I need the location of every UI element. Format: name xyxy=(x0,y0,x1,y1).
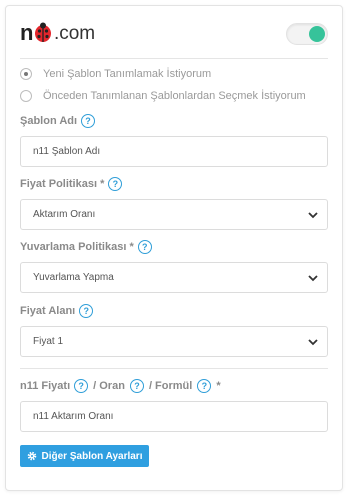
label-text: / Oran xyxy=(93,380,125,392)
help-icon[interactable]: ? xyxy=(79,304,94,318)
radio-new-template[interactable]: Yeni Şablon Tanımlamak İstiyorum xyxy=(20,66,211,82)
label-text: / Formül xyxy=(148,380,193,392)
radio-button[interactable] xyxy=(20,90,32,102)
input-value: n11 Şablon Adı xyxy=(33,146,101,157)
required-mark: * xyxy=(216,380,221,392)
chevron-down-icon xyxy=(308,211,318,218)
radio-label: Önceden Tanımlanan Şablonlardan Seçmek İ… xyxy=(43,90,306,102)
formula-input[interactable]: n11 Aktarım Oranı xyxy=(20,401,328,432)
chevron-down-icon xyxy=(308,274,318,281)
help-icon[interactable]: ? xyxy=(129,379,144,393)
chevron-down-icon xyxy=(308,338,318,345)
selected-value: Fiyat 1 xyxy=(33,336,64,347)
section-divider xyxy=(20,368,328,369)
label-text: Fiyat Alanı xyxy=(20,305,76,317)
help-icon[interactable]: ? xyxy=(108,177,123,191)
toggle-knob xyxy=(309,26,325,42)
formula-label: n11 Fiyatı ? / Oran ? / Formül ? * xyxy=(20,379,222,393)
price-field-select[interactable]: Fiyat 1 xyxy=(20,326,328,357)
n11-logo: n .com xyxy=(20,19,95,47)
input-value: n11 Aktarım Oranı xyxy=(33,411,114,422)
price-policy-label: Fiyat Politikası * ? xyxy=(20,177,126,191)
price-field-label: Fiyat Alanı ? xyxy=(20,304,97,318)
logo-suffix: .com xyxy=(53,22,96,44)
price-policy-select[interactable]: Aktarım Oranı xyxy=(20,199,328,230)
template-settings-card: n .com Yeni Şablon Tanımlamak İstiyorum xyxy=(5,5,343,491)
label-text: Yuvarlama Politikası * xyxy=(20,241,134,253)
gear-icon xyxy=(27,451,36,461)
template-name-input[interactable]: n11 Şablon Adı xyxy=(20,136,328,167)
radio-label: Yeni Şablon Tanımlamak İstiyorum xyxy=(43,68,212,80)
template-name-label: Şablon Adı ? xyxy=(20,114,99,128)
label-text: Şablon Adı xyxy=(20,115,78,127)
help-icon[interactable]: ? xyxy=(81,114,96,128)
selected-value: Yuvarlama Yapma xyxy=(33,272,114,283)
radio-button-checked[interactable] xyxy=(20,68,32,80)
card-header: n .com xyxy=(6,6,342,58)
template-enable-toggle[interactable] xyxy=(286,23,328,45)
label-text: Fiyat Politikası * xyxy=(20,178,105,190)
header-divider xyxy=(20,58,328,59)
other-template-settings-button[interactable]: Diğer Şablon Ayarları xyxy=(20,445,149,467)
ladybug-icon xyxy=(32,21,54,43)
help-icon[interactable]: ? xyxy=(137,240,152,254)
radio-existing-template[interactable]: Önceden Tanımlanan Şablonlardan Seçmek İ… xyxy=(20,88,306,104)
rounding-policy-label: Yuvarlama Politikası * ? xyxy=(20,240,156,254)
rounding-policy-select[interactable]: Yuvarlama Yapma xyxy=(20,262,328,293)
help-icon[interactable]: ? xyxy=(74,379,89,393)
label-text: n11 Fiyatı xyxy=(20,380,71,392)
selected-value: Aktarım Oranı xyxy=(33,209,96,220)
help-icon[interactable]: ? xyxy=(197,379,212,393)
button-label: Diğer Şablon Ayarları xyxy=(41,450,143,462)
